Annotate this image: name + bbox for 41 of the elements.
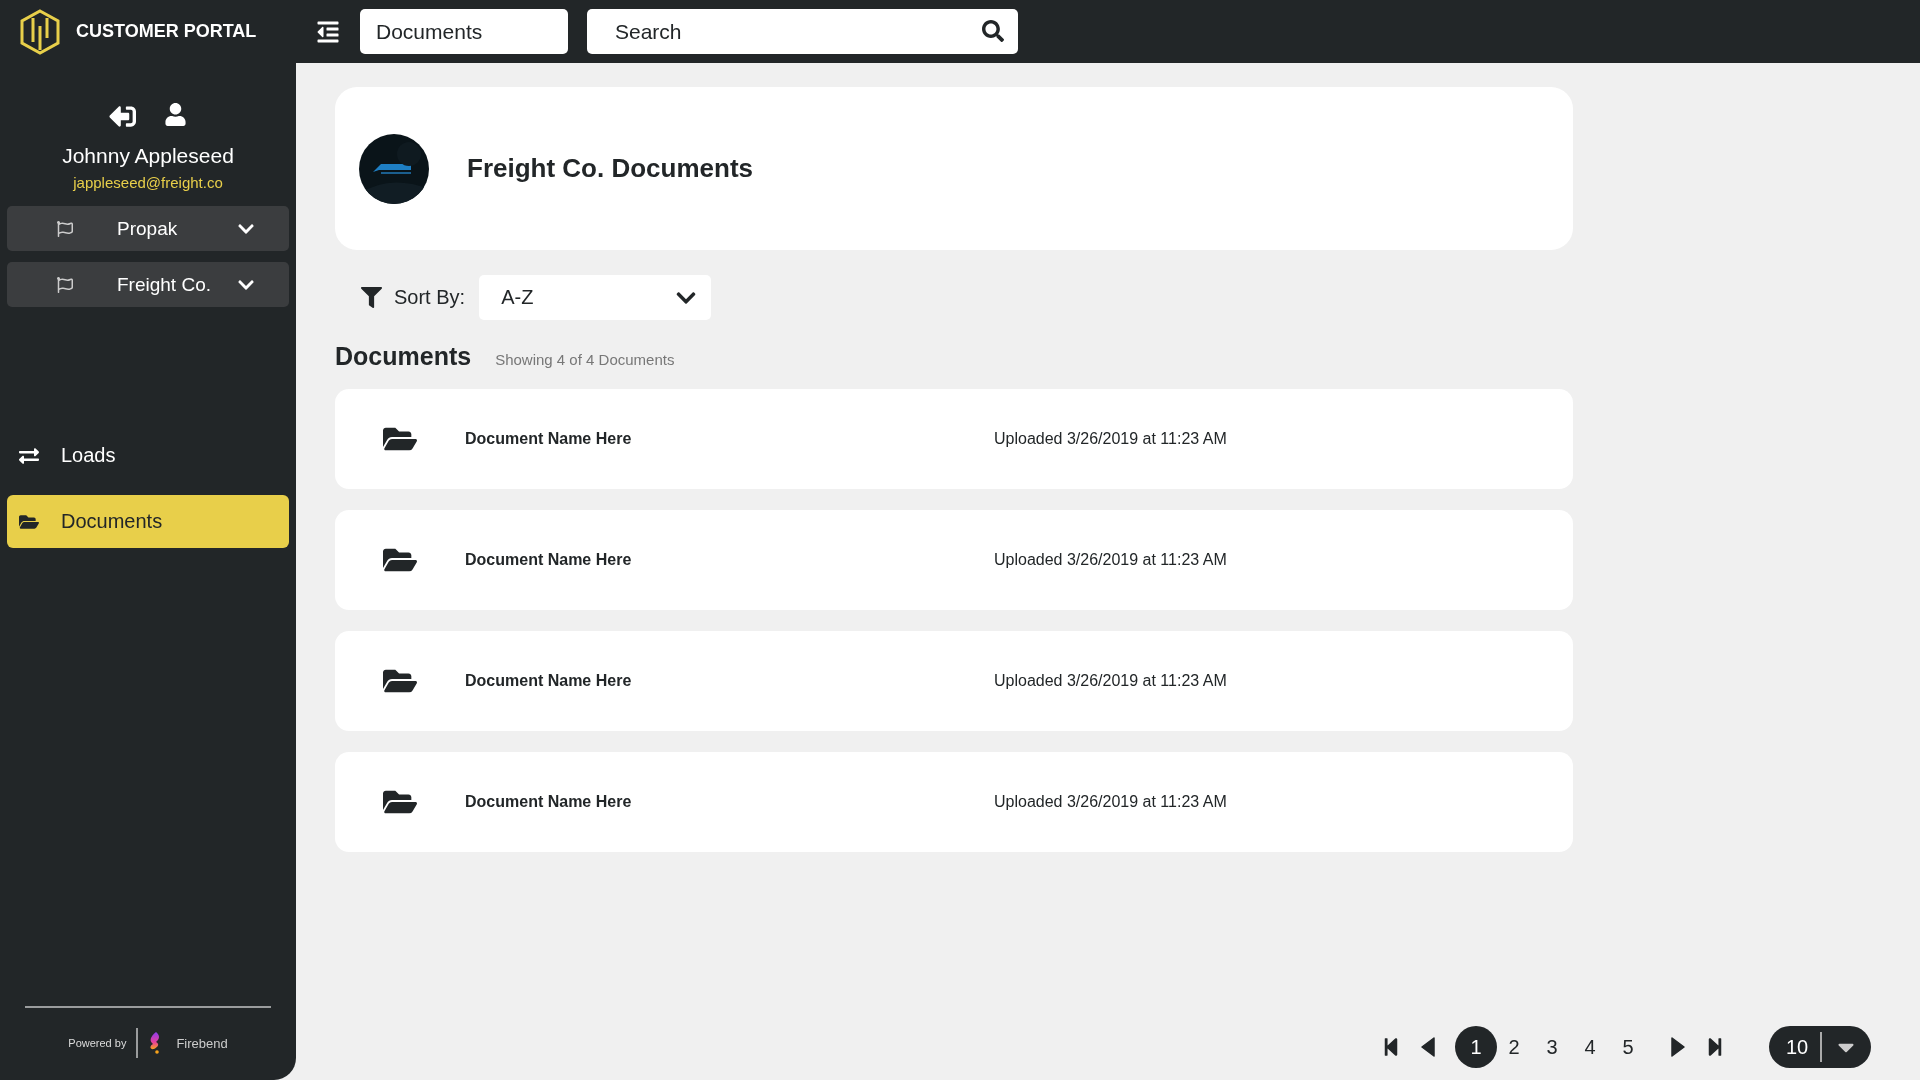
document-name: Document Name Here bbox=[465, 672, 633, 690]
upload-date: Uploaded 3/26/2019 at 11:23 AM bbox=[994, 551, 1228, 569]
menu-icon[interactable] bbox=[316, 19, 340, 44]
flag-icon bbox=[57, 276, 73, 293]
brand-title: CUSTOMER PORTAL bbox=[76, 21, 258, 42]
document-row[interactable]: Document Name Here Uploaded 3/26/2019 at 11:23 AM bbox=[335, 752, 1573, 852]
exchange-icon bbox=[19, 445, 39, 466]
powered-by-label: Powered by bbox=[68, 1037, 127, 1049]
sort-label: Sort By: bbox=[394, 286, 466, 309]
upload-date: Uploaded 3/26/2019 at 11:23 AM bbox=[994, 430, 1228, 448]
account-dropdown[interactable]: Propak bbox=[7, 206, 289, 251]
user-name: Johnny Appleseed bbox=[62, 144, 234, 168]
page-title: Freight Co. Documents bbox=[467, 153, 753, 184]
filter-icon bbox=[361, 287, 382, 308]
firebend-brand: Firebend bbox=[176, 1035, 228, 1051]
logo-icon bbox=[18, 7, 62, 56]
document-row[interactable]: Document Name Here Uploaded 3/26/2019 at 11:23 AM bbox=[335, 631, 1573, 731]
upload-date: Uploaded 3/26/2019 at 11:23 AM bbox=[994, 793, 1228, 811]
document-name: Document Name Here bbox=[465, 793, 633, 811]
flag-icon bbox=[57, 220, 73, 237]
documents-count: Showing 4 of 4 Documents bbox=[495, 351, 675, 368]
page-size-dropdown[interactable]: 10 bbox=[1769, 1026, 1871, 1068]
section-field[interactable]: Documents bbox=[360, 9, 568, 54]
account-dropdown[interactable]: Freight Co. bbox=[7, 262, 289, 307]
user-email: jappleseed@freight.co bbox=[73, 174, 223, 191]
nav-item[interactable]: Documents bbox=[7, 495, 289, 548]
documents-heading: Documents bbox=[335, 342, 472, 371]
search-field[interactable]: Search bbox=[587, 9, 1018, 54]
upload-date: Uploaded 3/26/2019 at 11:23 AM bbox=[994, 672, 1228, 690]
logout-icon[interactable] bbox=[109, 103, 136, 130]
caret-left-icon bbox=[1421, 1037, 1435, 1057]
sort-dropdown[interactable]: A-Z bbox=[479, 275, 712, 320]
nav-item[interactable]: Loads bbox=[7, 429, 289, 482]
document-row[interactable]: Document Name Here Uploaded 3/26/2019 at 11:23 AM bbox=[335, 389, 1573, 489]
page-button[interactable]: 1 bbox=[1455, 1026, 1497, 1068]
user-icon[interactable] bbox=[164, 103, 187, 126]
caret-right-icon bbox=[1671, 1037, 1685, 1057]
document-row[interactable]: Document Name Here Uploaded 3/26/2019 at 11:23 AM bbox=[335, 510, 1573, 610]
document-name: Document Name Here bbox=[465, 551, 633, 569]
search-icon[interactable] bbox=[982, 20, 1004, 42]
document-name: Document Name Here bbox=[465, 430, 633, 448]
